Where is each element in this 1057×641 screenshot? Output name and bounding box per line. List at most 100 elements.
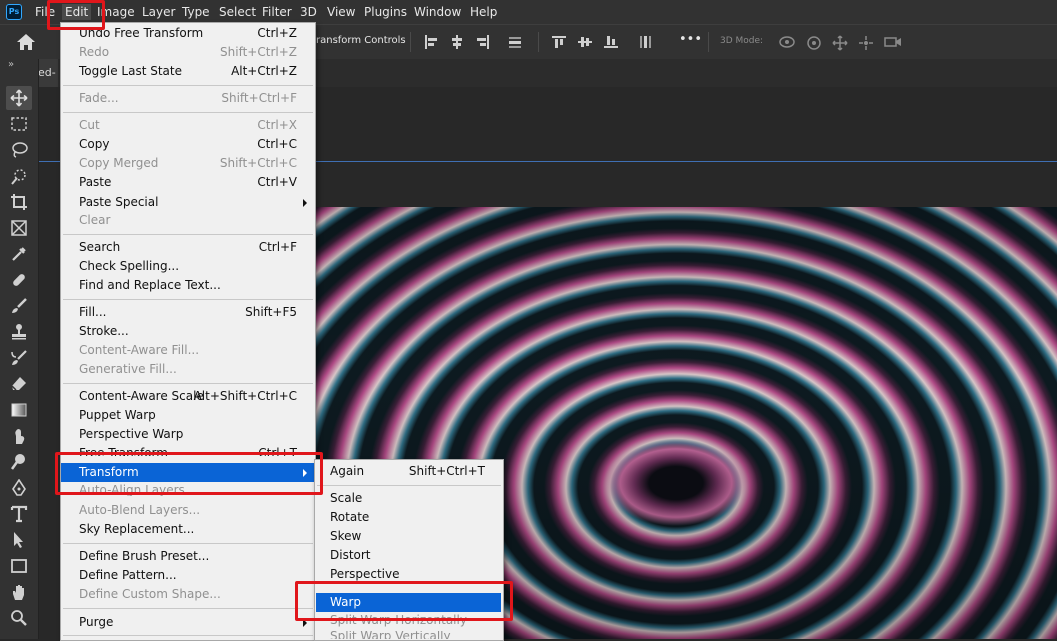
camera-3d-icon[interactable]	[884, 35, 902, 49]
eyedropper-icon	[12, 247, 26, 261]
menu-item-label: Redo	[79, 45, 110, 59]
object-selection-tool[interactable]	[9, 166, 29, 186]
menu-item-auto-blend-layers[interactable]: Auto-Blend Layers...	[61, 501, 315, 520]
menu-item-label: Content-Aware Fill...	[79, 343, 200, 357]
crop-tool[interactable]	[9, 192, 29, 212]
menu-item-check-spelling[interactable]: Check Spelling...	[61, 257, 315, 276]
menu-item-shortcut: Shift+Ctrl+Z	[220, 45, 297, 59]
submenu-item-distort[interactable]: Distort	[315, 546, 503, 565]
menu-item-generative-fill[interactable]: Generative Fill...	[61, 360, 315, 379]
slide-3d-icon[interactable]	[858, 35, 874, 51]
distribute-icon[interactable]	[508, 35, 522, 49]
frame-tool[interactable]	[9, 218, 29, 238]
menu-item-paste-special[interactable]: Paste Special	[61, 193, 315, 212]
menu-item-label: Auto-Blend Layers...	[79, 503, 201, 517]
menu-item-define-custom-shape[interactable]: Define Custom Shape...	[61, 585, 315, 604]
menu-item-shortcut: Ctrl+C	[257, 137, 297, 151]
eraser-tool[interactable]	[9, 374, 29, 394]
document-tab[interactable]: ed-	[38, 59, 58, 87]
tools-panel: »	[0, 59, 39, 639]
menu-item-redo[interactable]: Redo Shift+Ctrl+Z	[61, 43, 315, 62]
roll-3d-icon[interactable]	[806, 35, 822, 51]
collapse-panel-button[interactable]: »	[8, 59, 14, 70]
submenu-item-again[interactable]: Again Shift+Ctrl+T	[315, 462, 503, 481]
brush-tool[interactable]	[9, 296, 29, 316]
rectangle-tool[interactable]	[9, 556, 29, 576]
dodge-tool[interactable]	[9, 452, 29, 472]
menu-item-label: Split Warp Vertically	[330, 631, 451, 639]
menu-item-sky-replacement[interactable]: Sky Replacement...	[61, 520, 315, 539]
submenu-item-split-warp-vertically[interactable]: Split Warp Vertically	[315, 631, 503, 639]
align-center-icon[interactable]	[450, 35, 464, 49]
zoom-tool[interactable]	[9, 608, 29, 628]
menu-separator	[317, 485, 501, 486]
transform-controls-label[interactable]: ransform Controls	[316, 35, 406, 46]
menu-window[interactable]: Window	[414, 5, 461, 19]
lasso-tool[interactable]	[9, 140, 29, 160]
smudge-tool[interactable]	[9, 426, 29, 446]
type-tool[interactable]	[9, 504, 29, 524]
distribute-vertical-icon[interactable]	[638, 35, 652, 49]
menu-filter[interactable]: Filter	[262, 5, 292, 19]
menu-item-label: Copy	[79, 137, 110, 151]
menu-item-toggle-last-state[interactable]: Toggle Last State Alt+Ctrl+Z	[61, 62, 315, 81]
more-options-button[interactable]: •••	[679, 32, 702, 47]
pen-tool[interactable]	[9, 478, 29, 498]
menu-item-label: Scale	[330, 491, 363, 505]
menu-item-find-replace[interactable]: Find and Replace Text...	[61, 276, 315, 295]
menu-item-content-aware-fill[interactable]: Content-Aware Fill...	[61, 341, 315, 360]
menu-item-label: Distort	[330, 548, 371, 562]
menu-item-label: Perspective	[330, 567, 400, 581]
menu-item-perspective-warp[interactable]: Perspective Warp	[61, 425, 315, 444]
menu-item-label: Toggle Last State	[79, 64, 182, 78]
orbit-3d-icon[interactable]	[778, 35, 796, 49]
menu-bar: Ps File Edit Image Layer Type Select Fil…	[0, 0, 1057, 24]
align-right-icon[interactable]	[476, 35, 490, 49]
path-selection-tool[interactable]	[9, 530, 29, 550]
menu-view[interactable]: View	[327, 5, 355, 19]
menu-item-purge[interactable]: Purge	[61, 613, 315, 632]
brush-icon	[12, 298, 27, 313]
menu-item-shortcut: Alt+Ctrl+Z	[231, 64, 297, 78]
menu-plugins[interactable]: Plugins	[364, 5, 407, 19]
menu-separator	[63, 112, 313, 113]
menu-item-clear[interactable]: Clear	[61, 211, 315, 230]
menu-help[interactable]: Help	[470, 5, 497, 19]
submenu-item-scale[interactable]: Scale	[315, 489, 503, 508]
healing-brush-tool[interactable]	[9, 270, 29, 290]
align-bottom-icon[interactable]	[604, 35, 618, 49]
menu-select[interactable]: Select	[219, 5, 256, 19]
gradient-tool[interactable]	[9, 400, 29, 420]
eyedropper-tool[interactable]	[9, 244, 29, 264]
menu-item-fill[interactable]: Fill... Shift+F5	[61, 303, 315, 322]
move-tool[interactable]	[6, 86, 32, 110]
align-left-icon[interactable]	[424, 35, 438, 49]
menu-item-puppet-warp[interactable]: Puppet Warp	[61, 406, 315, 425]
home-icon[interactable]	[16, 33, 36, 51]
menu-layer[interactable]: Layer	[142, 5, 175, 19]
pen-icon	[12, 479, 26, 496]
menu-item-define-pattern[interactable]: Define Pattern...	[61, 566, 315, 585]
menu-item-stroke[interactable]: Stroke...	[61, 322, 315, 341]
align-top-icon[interactable]	[552, 35, 566, 49]
align-middle-icon[interactable]	[578, 35, 592, 49]
submenu-item-rotate[interactable]: Rotate	[315, 508, 503, 527]
menu-item-copy-merged[interactable]: Copy Merged Shift+Ctrl+C	[61, 154, 315, 173]
menu-item-define-brush-preset[interactable]: Define Brush Preset...	[61, 547, 315, 566]
menu-item-content-aware-scale[interactable]: Content-Aware Scale Alt+Shift+Ctrl+C	[61, 387, 315, 406]
menu-item-paste[interactable]: Paste Ctrl+V	[61, 173, 315, 192]
menu-item-cut[interactable]: Cut Ctrl+X	[61, 116, 315, 135]
history-brush-tool[interactable]	[9, 348, 29, 368]
menu-3d[interactable]: 3D	[300, 5, 317, 19]
clone-stamp-tool[interactable]	[9, 322, 29, 342]
pan-3d-icon[interactable]	[832, 35, 848, 51]
menu-item-copy[interactable]: Copy Ctrl+C	[61, 135, 315, 154]
menu-item-search[interactable]: Search Ctrl+F	[61, 238, 315, 257]
submenu-item-skew[interactable]: Skew	[315, 527, 503, 546]
menu-item-label: Clear	[79, 213, 111, 227]
menu-type[interactable]: Type	[182, 5, 210, 19]
marquee-tool[interactable]	[9, 114, 29, 134]
photoshop-logo-icon[interactable]: Ps	[6, 4, 22, 20]
menu-item-fade[interactable]: Fade... Shift+Ctrl+F	[61, 89, 315, 108]
hand-tool[interactable]	[9, 582, 29, 602]
